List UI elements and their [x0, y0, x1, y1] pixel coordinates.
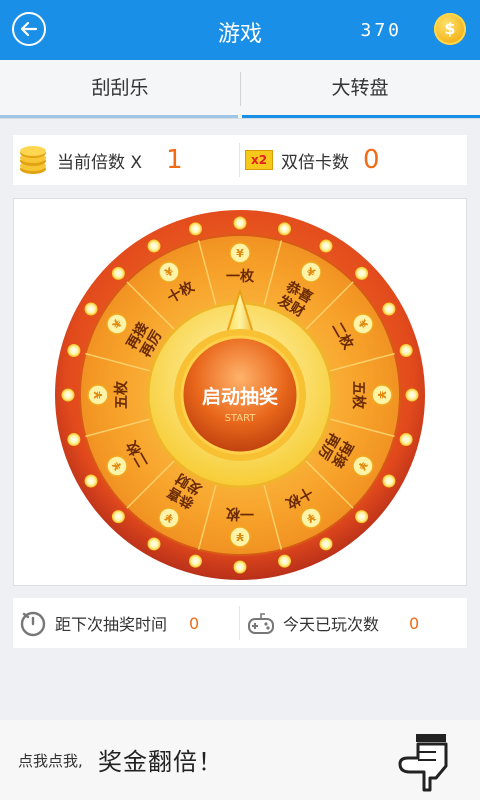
rim-light-bulb: [111, 510, 125, 524]
segment-coin-symbol: ¥: [375, 391, 388, 399]
rim-light-bulb: [188, 222, 202, 236]
rim-light-bulb: [84, 474, 98, 488]
stopwatch-icon: [20, 611, 46, 637]
rim-light-bulb: [188, 554, 202, 568]
tab-divider-line: [0, 115, 238, 118]
double-card-label: 双倍卡数: [281, 152, 349, 173]
rim-light-bulb: [355, 266, 369, 280]
rim-light-bulb: [278, 554, 292, 568]
double-bonus-banner[interactable]: 点我点我, 奖金翻倍！: [0, 720, 480, 800]
double-card-icon: x2: [245, 150, 273, 170]
countdown-value: 0: [189, 613, 200, 633]
segment-label: 五枚: [350, 381, 367, 410]
coin-balance: 370: [360, 20, 402, 41]
rim-light-bulb: [278, 222, 292, 236]
rim-light-bulb: [233, 560, 247, 574]
segment-coin-symbol: ¥: [92, 391, 105, 399]
rim-light-bulb: [147, 239, 161, 253]
rim-light-bulb: [84, 302, 98, 316]
segment-label: 五枚: [113, 380, 130, 409]
lucky-wheel-panel: ¥ 一枚 ¥ 恭喜 发财 ¥ 二枚 ¥ 五枚 ¥ 再接 再厉 ¥ 十枚 ¥ 一枚 ¥ 恭喜 发财 ¥ 二枚 ¥ 五枚 ¥ 再接再…: [13, 198, 467, 586]
rim-light-bulb: [405, 388, 419, 402]
pointing-hand-icon[interactable]: [396, 732, 454, 794]
start-button-sub: START: [225, 413, 257, 424]
rim-light-bulb: [61, 388, 75, 402]
rim-light-bulb: [111, 266, 125, 280]
promo-small-text: 点我点我,: [18, 752, 83, 770]
segment-label: 一枚: [225, 505, 254, 522]
timer-panel: 距下次抽奖时间 0 今天已玩次数 0: [13, 598, 467, 648]
rim-light-bulb: [319, 239, 333, 253]
segment-coin-symbol: ¥: [236, 247, 244, 260]
multiplier-label: 当前倍数 X: [57, 152, 143, 173]
rim-light-bulb: [319, 537, 333, 551]
coin-icon[interactable]: $: [434, 13, 466, 45]
rim-light-bulb: [67, 433, 81, 447]
rim-light-bulb: [355, 510, 369, 524]
multiplier-panel: 当前倍数 X 1 x2 双倍卡数 0: [13, 135, 467, 185]
tab-big-wheel[interactable]: 大转盘: [240, 60, 480, 118]
countdown-label: 距下次抽奖时间: [55, 615, 168, 634]
rim-light-bulb: [382, 474, 396, 488]
rim-light-bulb: [399, 343, 413, 357]
rim-light-bulb: [147, 537, 161, 551]
active-tab-indicator: [242, 115, 480, 118]
plays-stat: 今天已玩次数 0: [247, 598, 419, 648]
coin-stack-icon: [20, 146, 46, 174]
plays-label: 今天已玩次数: [283, 615, 380, 634]
promo-big-text: 奖金翻倍！: [98, 748, 223, 776]
tab-scratch-card[interactable]: 刮刮乐: [0, 60, 240, 118]
double-card-value: 0: [363, 145, 380, 175]
segment-label: 一枚: [226, 268, 255, 285]
countdown-stat: 距下次抽奖时间 0: [19, 598, 199, 648]
stat-divider: [239, 606, 240, 640]
stat-divider: [239, 143, 240, 177]
segment-coin-symbol: ¥: [236, 530, 244, 543]
rim-light-bulb: [399, 433, 413, 447]
rim-light-bulb: [233, 216, 247, 230]
double-card-stat: x2 双倍卡数 0: [245, 135, 380, 185]
lucky-wheel[interactable]: ¥一枚 ¥恭喜发财¥二枚¥五枚¥再接再厉¥十枚¥一枚¥恭喜发财¥二枚¥ 五枚¥再接再…: [14, 199, 466, 585]
rim-light-bulb: [382, 302, 396, 316]
rim-light-bulb: [67, 343, 81, 357]
game-tabs: 刮刮乐 大转盘: [0, 60, 480, 119]
plays-value: 0: [409, 613, 420, 633]
gamepad-icon: [248, 613, 274, 634]
multiplier-stat: 当前倍数 X 1: [17, 135, 183, 185]
multiplier-value: 1: [166, 145, 183, 175]
page-title: 游戏: [217, 22, 262, 47]
app-header: 游戏 370 $: [0, 0, 480, 60]
start-button-label[interactable]: 启动抽奖: [202, 385, 279, 408]
